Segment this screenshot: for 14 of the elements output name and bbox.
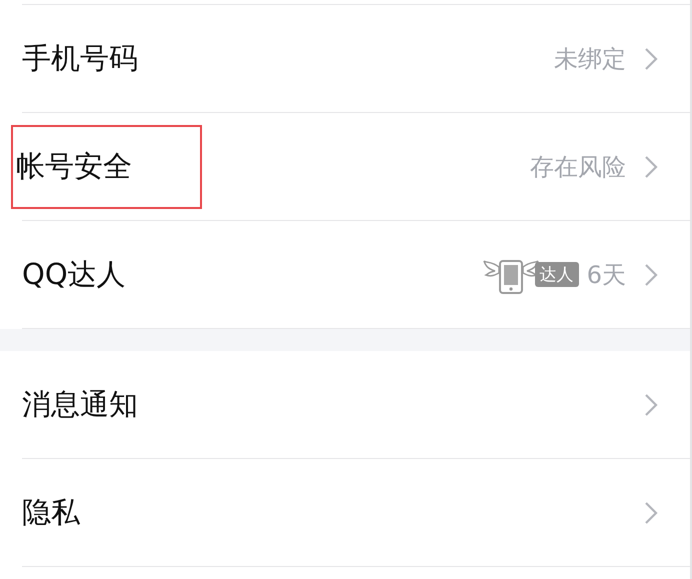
expert-badge: 达人	[534, 262, 579, 287]
setting-value: 存在风险	[530, 152, 626, 182]
setting-value: 未绑定	[554, 44, 626, 74]
setting-label: 手机号码	[22, 40, 138, 76]
chevron-right-icon[interactable]	[644, 46, 658, 70]
chevron-right-icon[interactable]	[644, 392, 658, 416]
setting-label: 隐私	[22, 494, 80, 530]
chevron-right-icon[interactable]	[644, 500, 658, 524]
setting-label: 消息通知	[22, 386, 138, 422]
setting-label: QQ达人	[22, 256, 126, 292]
chevron-right-icon[interactable]	[644, 262, 658, 286]
setting-label: 帐号安全	[13, 126, 200, 206]
chevron-right-icon[interactable]	[644, 154, 658, 178]
setting-value: 6天	[586, 260, 626, 290]
